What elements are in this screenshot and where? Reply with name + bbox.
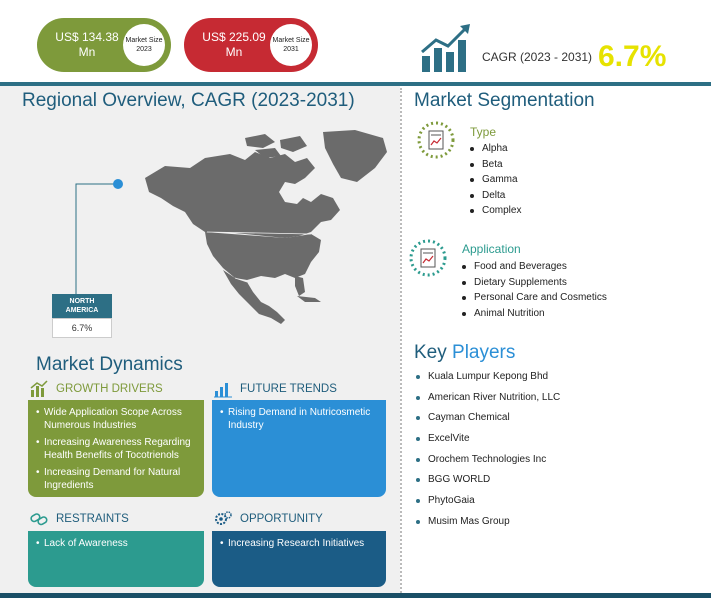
list-item: Increasing Demand for Natural Ingredient… bbox=[36, 466, 196, 492]
region-cagr: 6.7% bbox=[52, 318, 112, 338]
document-chart-icon bbox=[417, 121, 455, 159]
bar-chart-icon bbox=[30, 380, 48, 397]
future-trends-title: FUTURE TRENDS bbox=[240, 383, 337, 395]
trend-bars-icon bbox=[214, 383, 232, 398]
list-item: Rising Demand in Nutricosmetic Industry bbox=[220, 406, 378, 432]
opportunity-header: OPPORTUNITY bbox=[214, 510, 323, 528]
list-item: Alpha bbox=[470, 141, 521, 157]
list-item: Dietary Supplements bbox=[462, 275, 607, 291]
key-players-list: Kuala Lumpur Kepong Bhd American River N… bbox=[416, 370, 560, 536]
application-title: Application bbox=[462, 242, 521, 256]
growth-drivers-box: Wide Application Scope Across Numerous I… bbox=[28, 400, 204, 497]
region-callout-line bbox=[75, 179, 123, 294]
list-item: PhytoGaia bbox=[416, 494, 560, 515]
list-item: Wide Application Scope Across Numerous I… bbox=[36, 406, 196, 432]
restraints-title: RESTRAINTS bbox=[56, 513, 129, 525]
future-trends-box: Rising Demand in Nutricosmetic Industry bbox=[212, 400, 386, 497]
document-chart-icon bbox=[409, 239, 447, 277]
chain-link-icon bbox=[30, 513, 48, 526]
list-item: Gamma bbox=[470, 172, 521, 188]
regional-overview-title: Regional Overview, CAGR (2023-2031) bbox=[22, 90, 355, 111]
list-item: Kuala Lumpur Kepong Bhd bbox=[416, 370, 560, 391]
key-players-title: Key Players bbox=[414, 342, 515, 364]
list-item: Delta bbox=[470, 188, 521, 204]
future-trends-header: FUTURE TRENDS bbox=[214, 380, 337, 398]
market-size-2023-value: US$ 134.38 Mn bbox=[55, 30, 119, 59]
market-dynamics-title: Market Dynamics bbox=[36, 354, 183, 375]
panel-divider bbox=[400, 88, 402, 593]
list-item: Increasing Awareness Regarding Health Be… bbox=[36, 436, 196, 462]
list-item: Lack of Awareness bbox=[36, 537, 196, 550]
list-item: Orochem Technologies Inc bbox=[416, 453, 560, 474]
cagr-label: CAGR (2023 - 2031) bbox=[482, 50, 593, 64]
list-item: BGG WORLD bbox=[416, 473, 560, 494]
application-list: Food and Beverages Dietary Supplements P… bbox=[462, 259, 607, 321]
list-item: Musim Mas Group bbox=[416, 515, 560, 536]
opportunity-box: Increasing Research Initiatives bbox=[212, 531, 386, 587]
market-size-2031-label: Market Size 2031 bbox=[270, 24, 312, 66]
growth-chart-icon bbox=[421, 24, 470, 72]
restraints-header: RESTRAINTS bbox=[30, 510, 129, 528]
list-item: Increasing Research Initiatives bbox=[220, 537, 378, 550]
opportunity-title: OPPORTUNITY bbox=[240, 513, 323, 525]
footer-strip bbox=[0, 593, 711, 598]
list-item: Beta bbox=[470, 157, 521, 173]
market-size-2023-pill: US$ 134.38 Mn Market Size 2023 bbox=[37, 18, 171, 72]
type-list: Alpha Beta Gamma Delta Complex bbox=[470, 141, 521, 219]
gears-icon bbox=[215, 511, 232, 525]
list-item: ExcelVite bbox=[416, 432, 560, 453]
list-item: Cayman Chemical bbox=[416, 411, 560, 432]
list-item: Animal Nutrition bbox=[462, 306, 607, 322]
market-size-2031-value: US$ 225.09 Mn bbox=[202, 30, 266, 59]
type-title: Type bbox=[470, 125, 497, 139]
list-item: American River Nutrition, LLC bbox=[416, 391, 560, 412]
growth-drivers-header: GROWTH DRIVERS bbox=[30, 380, 163, 398]
list-item: Food and Beverages bbox=[462, 259, 607, 275]
cagr-value: 6.7% bbox=[598, 40, 667, 73]
region-name: NORTH AMERICA bbox=[52, 294, 112, 318]
north-america-map bbox=[145, 130, 387, 324]
list-item: Complex bbox=[470, 203, 521, 219]
market-size-2031-pill: US$ 225.09 Mn Market Size 2031 bbox=[184, 18, 318, 72]
list-item: Personal Care and Cosmetics bbox=[462, 290, 607, 306]
region-label-north-america: NORTH AMERICA 6.7% bbox=[52, 294, 112, 338]
key-players-title-rest: Players bbox=[452, 342, 516, 363]
restraints-box: Lack of Awareness bbox=[28, 531, 204, 587]
top-banner: US$ 134.38 Mn Market Size 2023 US$ 225.0… bbox=[0, 0, 711, 82]
market-size-2023-label: Market Size 2023 bbox=[123, 24, 165, 66]
growth-drivers-title: GROWTH DRIVERS bbox=[56, 383, 163, 395]
key-players-title-bold: Key bbox=[414, 342, 447, 363]
market-segmentation-title: Market Segmentation bbox=[414, 90, 595, 111]
